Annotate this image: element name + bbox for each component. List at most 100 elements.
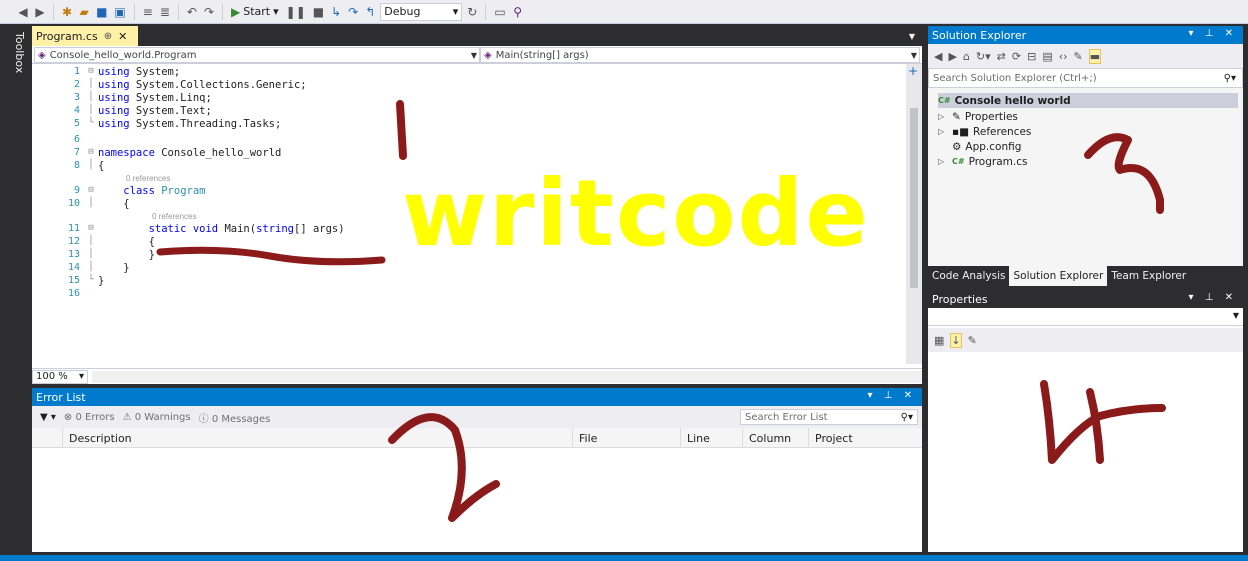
wrench-icon[interactable]: ✎ (968, 334, 977, 347)
show-all-files-icon[interactable]: ▤ (1042, 50, 1052, 63)
tab-solution-explorer[interactable]: Solution Explorer (1009, 266, 1108, 286)
column-line[interactable]: Line (680, 428, 742, 448)
column-column[interactable]: Column (742, 428, 808, 448)
sync-icon[interactable]: ↻▾ (976, 50, 991, 63)
collapse-icon[interactable]: ⊟ (84, 147, 98, 160)
method-icon: ◈ (484, 49, 492, 61)
horizontal-scrollbar[interactable] (92, 371, 922, 383)
refresh-icon[interactable]: ⟳ (1012, 50, 1021, 63)
step-out-icon[interactable]: ↰ (363, 3, 377, 21)
code-editor[interactable]: Program.cs ⊕ ✕ ▼ ◈ Console_hello_world.P… (32, 26, 922, 384)
column-description[interactable]: Description (62, 428, 572, 448)
split-icon[interactable]: + (908, 64, 918, 78)
pin-icon[interactable]: ⊕ (104, 31, 112, 42)
step-over-icon[interactable]: ↷ (346, 3, 360, 21)
forward-icon[interactable]: ▶ (33, 3, 47, 21)
solution-explorer-title-bar[interactable]: Solution Explorer ▾ ⊥ ✕ (928, 26, 1243, 44)
new-project-icon[interactable]: ✱ (60, 3, 74, 21)
wrench-icon[interactable]: ✎ (1074, 50, 1083, 63)
collapse-all-icon[interactable]: ⊟ (1027, 50, 1036, 63)
categorized-icon[interactable]: ▦ (934, 334, 944, 347)
line-number: 2 (73, 79, 80, 90)
tab-team-explorer[interactable]: Team Explorer (1107, 266, 1190, 286)
type-dropdown[interactable]: ◈ Console_hello_world.Program ▼ (34, 47, 480, 63)
redo-icon[interactable]: ↷ (202, 3, 216, 21)
refresh-icon[interactable]: ↻ (465, 3, 479, 21)
codelens-references[interactable]: 0 references (126, 174, 170, 183)
member-dropdown[interactable]: ◈ Main(string[] args) ▼ (480, 47, 920, 63)
toolbox-label[interactable]: Toolbox (12, 32, 26, 86)
save-icon[interactable]: ■ (94, 3, 109, 21)
collapse-icon[interactable]: ⊟ (84, 223, 98, 236)
code-token: } (98, 275, 105, 287)
error-list-title-bar[interactable]: Error List ▾ ⊥ ✕ (32, 388, 922, 406)
code-line: 5 └ using System.Threading.Tasks; (32, 118, 906, 131)
toolbox-strip[interactable]: Toolbox (6, 26, 30, 556)
forward-icon[interactable]: ▶ (948, 50, 956, 63)
configuration-dropdown[interactable]: Debug ▾ (380, 2, 463, 21)
column-file[interactable]: File (572, 428, 680, 448)
property-object-dropdown[interactable]: ▼ (928, 308, 1243, 326)
line-number: 9 (73, 185, 80, 196)
window-controls[interactable]: ▾ ⊥ ✕ (1189, 28, 1237, 39)
search-icon[interactable]: ⚲▾ (1224, 73, 1236, 84)
find-icon[interactable]: ⚲ (511, 3, 525, 21)
collapse-icon[interactable]: ⊟ (84, 185, 98, 198)
chevron-down-icon[interactable]: ▾ (273, 5, 279, 18)
vertical-scrollbar[interactable]: + (906, 64, 922, 364)
error-search-input[interactable]: Search Error List ⚲▾ (740, 409, 918, 425)
code-token: } (123, 262, 130, 274)
csharp-project-icon: C# (938, 96, 951, 105)
tab-code-analysis[interactable]: Code Analysis (928, 266, 1009, 286)
tree-item-project[interactable]: C# Console hello world (938, 93, 1238, 108)
error-filter-button[interactable]: ⊗ 0 Errors (64, 412, 115, 423)
undo-icon[interactable]: ↶ (185, 3, 199, 21)
start-button[interactable]: ▶ Start ▾ (229, 3, 281, 21)
tree-item-references[interactable]: ▷ ▪■ References (938, 124, 1031, 139)
collapse-icon[interactable]: ⊟ (84, 66, 98, 79)
save-all-icon[interactable]: ▣ (112, 3, 127, 21)
pause-icon[interactable]: ❚❚ (284, 3, 308, 21)
scroll-thumb[interactable] (910, 108, 918, 288)
expand-icon[interactable]: ▷ (938, 112, 948, 121)
layout-icon[interactable]: ▭ (492, 3, 507, 21)
tab-overflow-icon[interactable]: ▼ (902, 26, 922, 46)
uncomment-icon[interactable]: ≣ (158, 3, 172, 21)
stop-icon[interactable]: ■ (311, 3, 326, 21)
window-controls[interactable]: ▾ ⊥ ✕ (1189, 292, 1237, 303)
code-token: { (98, 160, 105, 172)
expand-icon[interactable]: ▷ (938, 157, 948, 166)
warning-filter-button[interactable]: ⚠ 0 Warnings (123, 412, 191, 423)
message-filter-button[interactable]: ⓘ 0 Messages (199, 410, 271, 425)
back-icon[interactable]: ◀ (934, 50, 942, 63)
solution-search-input[interactable]: Search Solution Explorer (Ctrl+;) ⚲▾ (928, 68, 1243, 88)
codelens-references[interactable]: 0 references (152, 212, 196, 221)
alphabetical-icon[interactable]: ↓ (950, 332, 962, 348)
line-number: 15 (67, 275, 80, 286)
tree-item-program-cs[interactable]: ▷ C# Program.cs (938, 154, 1027, 169)
preview-icon[interactable]: ▬ (1088, 48, 1102, 64)
back-icon[interactable]: ◀ (16, 3, 30, 21)
tree-item-properties[interactable]: ▷ ✎ Properties (938, 109, 1018, 124)
properties-toolbar: ▦ ↓ ✎ (928, 328, 1243, 352)
pending-changes-icon[interactable]: ⇄ (997, 50, 1006, 63)
filter-icon[interactable]: ▼ ▾ (40, 412, 56, 423)
tree-item-app-config[interactable]: ⚙ App.config (952, 139, 1021, 154)
zoom-dropdown[interactable]: 100 % ▾ (32, 369, 88, 384)
search-icon[interactable]: ⚲▾ (901, 412, 913, 423)
close-icon[interactable]: ✕ (118, 30, 127, 43)
expand-icon[interactable]: ▷ (938, 127, 948, 136)
home-icon[interactable]: ⌂ (963, 50, 970, 63)
tab-program-cs[interactable]: Program.cs ⊕ ✕ (32, 26, 138, 46)
view-code-icon[interactable]: ‹› (1059, 50, 1068, 63)
column-project[interactable]: Project (808, 428, 922, 448)
open-file-icon[interactable]: ▰ (77, 3, 91, 21)
code-text-area[interactable]: 1 ⊟ using System; 2 │ using System.Collectio… (32, 64, 906, 364)
line-number: 7 (73, 147, 80, 158)
comment-icon[interactable]: ≡ (141, 3, 155, 21)
properties-title-bar[interactable]: Properties ▾ ⊥ ✕ (928, 290, 1243, 308)
fold-guide: │ (88, 160, 94, 170)
step-into-icon[interactable]: ↳ (329, 3, 343, 21)
window-controls[interactable]: ▾ ⊥ ✕ (868, 390, 916, 401)
